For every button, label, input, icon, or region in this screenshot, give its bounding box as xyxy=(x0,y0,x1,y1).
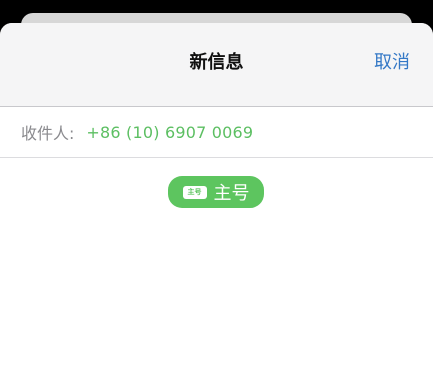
page-title: 新信息 xyxy=(189,52,244,73)
sim-line-label: 主号 xyxy=(213,183,250,204)
cancel-button[interactable]: 取消 xyxy=(374,48,410,74)
recipient-label: 收件人: xyxy=(21,124,75,143)
sim-line-button[interactable]: 主号 主号 xyxy=(168,176,264,208)
new-message-sheet: 新信息 取消 收件人: +86 (10) 6907 0069 主号 主号 xyxy=(0,23,433,380)
recipient-value[interactable]: +86 (10) 6907 0069 xyxy=(86,123,253,142)
sim-card-icon: 主号 xyxy=(182,185,207,199)
recipient-field[interactable]: 收件人: +86 (10) 6907 0069 xyxy=(0,107,433,158)
screen: 新信息 取消 收件人: +86 (10) 6907 0069 主号 主号 xyxy=(0,0,433,380)
navigation-bar: 新信息 取消 xyxy=(0,23,433,107)
